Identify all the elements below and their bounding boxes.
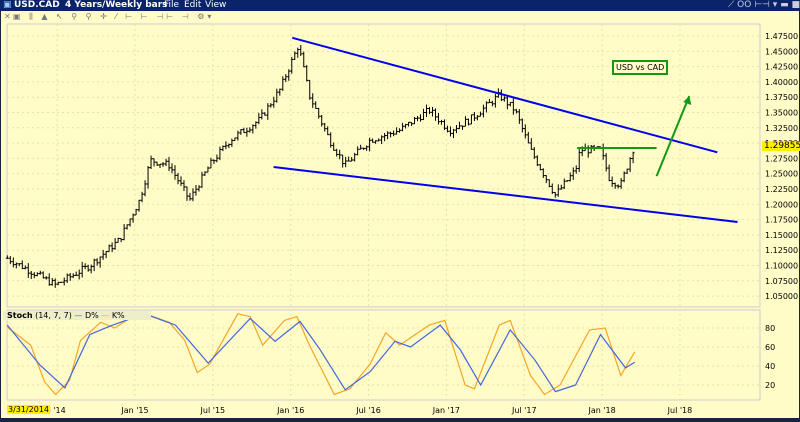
stoch-tick-label: 60 — [765, 343, 775, 352]
projection-arrow — [655, 95, 691, 177]
stoch-k-line — [6, 311, 636, 396]
lower-trendline — [273, 165, 738, 224]
date-tick-label: Jul '18 — [667, 406, 693, 415]
price-tick-label: 1.10000 — [765, 262, 798, 271]
date-tick-label: l '14 — [49, 406, 66, 415]
price-tick-label: 1.15000 — [765, 231, 798, 240]
price-tick-label: 1.07500 — [765, 277, 798, 286]
price-tick-label: 1.20000 — [765, 200, 798, 209]
date-tick-label: Jan '15 — [120, 406, 148, 415]
app-icon: ▣ — [3, 0, 12, 10]
menu-edit[interactable]: Edit — [184, 0, 201, 11]
price-tick-label: 1.05000 — [765, 292, 798, 301]
price-tick-label: 1.22500 — [765, 185, 798, 194]
price-tick-label: 1.47500 — [765, 32, 798, 41]
toolbar: ✕ ▣ ⫼ ▲ ↖ ⚲ ⚲ ✛ ⁄ ⊢ ⊢ ⊣⊢ ⊣ ⚙▾ — [1, 11, 799, 22]
price-tick-label: 1.17500 — [765, 216, 798, 225]
price-tick-label: 1.27500 — [765, 154, 798, 163]
price-tick-label: 1.25000 — [765, 170, 798, 179]
price-chart[interactable]: 1.47500 1.45000 1.42500 1.40000 1.37500 1.350… — [1, 22, 799, 418]
close-icon[interactable]: ✕ — [4, 11, 11, 22]
date-tick-label: Jul '16 — [355, 406, 381, 415]
symbol-dropdown[interactable]: USD.CAD — [14, 0, 60, 11]
stoch-tick-label: 80 — [765, 324, 775, 333]
date-tick-label: Jul '15 — [200, 406, 226, 415]
title-bar: ▣ USD.CAD 4 Years/Weekly bars File Edit … — [0, 0, 800, 21]
price-tick-label: 1.32500 — [765, 124, 798, 133]
date-tick-label: Jul '17 — [511, 406, 537, 415]
stoch-title: Stoch (14, 7, 7) — D% — K% — [3, 311, 151, 320]
current-price-badge: 1.29855 — [762, 141, 800, 151]
price-tick-label: 1.35000 — [765, 109, 798, 118]
upper-trendline — [291, 36, 718, 154]
price-tick-label: 1.45000 — [765, 47, 798, 56]
price-tick-label: 1.40000 — [765, 78, 798, 87]
date-tick-label: Jan '18 — [587, 406, 615, 415]
stoch-tick-label: 20 — [765, 381, 775, 390]
period-dropdown[interactable]: 4 Years/Weekly bars — [65, 0, 168, 11]
price-tick-label: 1.12500 — [765, 246, 798, 255]
menu-view[interactable]: View — [205, 0, 226, 11]
date-tick-label: Jan '17 — [432, 406, 460, 415]
chart-area[interactable]: 1.47500 1.45000 1.42500 1.40000 1.37500 1.350… — [1, 22, 800, 418]
cursor-date: 3/31/2014 — [7, 405, 51, 414]
usd-cad-label: USD vs CAD — [612, 60, 669, 75]
date-tick-label: Jan '16 — [276, 406, 304, 415]
stoch-tick-label: 40 — [765, 362, 775, 371]
price-tick-label: 1.37500 — [765, 93, 798, 102]
price-tick-label: 1.42500 — [765, 63, 798, 72]
toolbar-icons[interactable]: ▣ ⫼ ▲ ↖ ⚲ ⚲ ✛ ⁄ ⊢ ⊢ ⊣⊢ ⊣ ⚙▾ — [13, 11, 214, 22]
menu-file[interactable]: File — [164, 0, 179, 11]
stoch-d-line — [6, 313, 636, 393]
